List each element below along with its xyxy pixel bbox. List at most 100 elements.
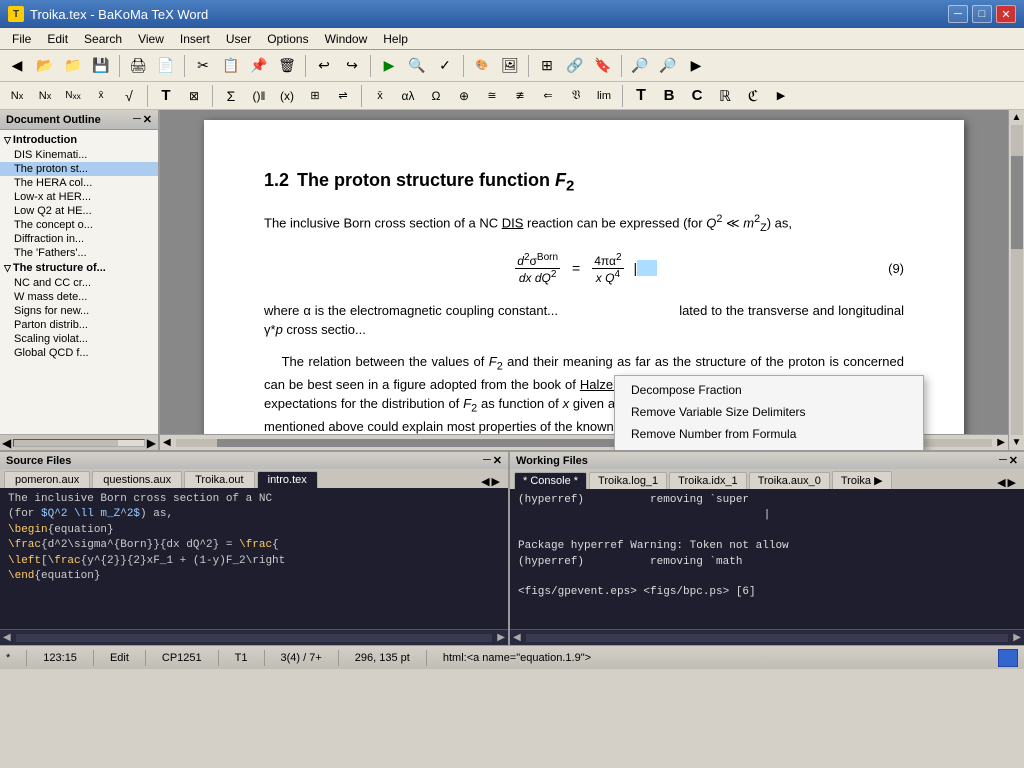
outline-introduction[interactable]: ▽ Introduction xyxy=(0,132,158,148)
calC-btn[interactable]: ℭ xyxy=(740,83,766,109)
scroll-left[interactable]: ◀ xyxy=(2,436,11,450)
outline-fathers[interactable]: The 'Fathers'... xyxy=(0,246,158,260)
scroll-thumb[interactable] xyxy=(1011,156,1023,249)
outline-lowx[interactable]: Low-x at HER... xyxy=(0,190,158,204)
table-btn[interactable]: ⊞ xyxy=(534,53,560,79)
open-button[interactable]: 📂 xyxy=(32,53,58,79)
tab-troika-more[interactable]: Troika ▶ xyxy=(832,471,892,489)
outline-close[interactable]: ✕ xyxy=(143,113,152,126)
arrows-btn[interactable]: ⇌ xyxy=(330,83,356,109)
image-btn[interactable]: 🖼 xyxy=(497,53,523,79)
boldB-btn[interactable]: B xyxy=(656,83,682,109)
hscroll-left[interactable]: ◀ xyxy=(160,437,174,448)
status-icon[interactable] xyxy=(998,649,1018,667)
src-hscroll-left[interactable]: ◀ xyxy=(0,632,14,643)
outline-nc-cc[interactable]: NC and CC cr... xyxy=(0,276,158,290)
approx-btn[interactable]: ≅ xyxy=(479,83,505,109)
search-btn[interactable]: 🔍 xyxy=(404,53,430,79)
outline-structure-section[interactable]: ▽ The structure of... xyxy=(0,260,158,276)
outline-signs[interactable]: Signs for new... xyxy=(0,304,158,318)
outline-w-mass[interactable]: W mass dete... xyxy=(0,290,158,304)
ctx-delete-formula[interactable]: Delete Display Math Formula xyxy=(615,445,923,450)
outline-parton[interactable]: Parton distrib... xyxy=(0,318,158,332)
redo-button[interactable]: ↪ xyxy=(339,53,365,79)
spell-btn[interactable]: ✓ xyxy=(432,53,458,79)
oplus-btn[interactable]: ⊕ xyxy=(451,83,477,109)
maximize-button[interactable]: □ xyxy=(972,5,992,23)
paste-button[interactable]: 📌 xyxy=(246,53,272,79)
outline-minus[interactable]: ─ xyxy=(133,113,141,126)
close-button[interactable]: ✕ xyxy=(996,5,1016,23)
doc-vscrollbar[interactable]: ▲ ▼ xyxy=(1008,110,1024,450)
noeq-btn[interactable]: ≇ xyxy=(507,83,533,109)
scroll-track[interactable] xyxy=(1011,125,1023,435)
undo-button[interactable]: ↩ xyxy=(311,53,337,79)
matrix-btn[interactable]: ⊞ xyxy=(302,83,328,109)
tab-pomeron[interactable]: pomeron.aux xyxy=(4,471,90,488)
back-button[interactable]: ◀ xyxy=(4,53,30,79)
outline-diffraction[interactable]: Diffraction in... xyxy=(0,232,158,246)
sub-btn[interactable]: Nx xyxy=(32,83,58,109)
outline-global[interactable]: Global QCD f... xyxy=(0,346,158,360)
outline-scaling[interactable]: Scaling violat... xyxy=(0,332,158,346)
work-prev[interactable]: ◀ xyxy=(997,476,1005,489)
src-hscroll-track[interactable] xyxy=(16,634,493,642)
color-btn[interactable]: 🎨 xyxy=(469,53,495,79)
scroll-right[interactable]: ▶ xyxy=(147,436,156,450)
structure-collapse[interactable]: ▽ xyxy=(4,263,11,274)
super-btn[interactable]: Nx xyxy=(4,83,30,109)
source-minimize[interactable]: ─ xyxy=(483,454,491,467)
zoom-out-btn[interactable]: 🔎 xyxy=(655,53,681,79)
bracket-btn[interactable]: ()‖ xyxy=(246,83,272,109)
frac-simple-btn[interactable]: x̄ xyxy=(88,83,114,109)
bigT-btn[interactable]: T xyxy=(628,83,654,109)
collapse-icon[interactable]: ▽ xyxy=(4,135,11,146)
xbar-btn[interactable]: x̄ xyxy=(367,83,393,109)
menu-help[interactable]: Help xyxy=(375,30,416,48)
work-hscroll-track[interactable] xyxy=(526,634,1009,642)
open2-button[interactable]: 📁 xyxy=(60,53,86,79)
outline-scrollbar[interactable]: ◀ ▶ xyxy=(0,434,158,450)
work-hscroll-left[interactable]: ◀ xyxy=(510,632,524,643)
menu-user[interactable]: User xyxy=(218,30,259,48)
alpha-btn[interactable]: αλ xyxy=(395,83,421,109)
compile-button[interactable]: ▶ xyxy=(376,53,402,79)
outline-hera[interactable]: The HERA col... xyxy=(0,176,158,190)
src-next[interactable]: ▶ xyxy=(492,475,500,488)
tab-questions[interactable]: questions.aux xyxy=(92,471,182,488)
work-next[interactable]: ▶ xyxy=(1008,476,1016,489)
tab-aux0[interactable]: Troika.aux_0 xyxy=(749,472,830,489)
outline-dis[interactable]: DIS Kinemati... xyxy=(0,148,158,162)
ctx-remove-num[interactable]: Remove Number from Formula xyxy=(615,423,923,445)
outline-concept[interactable]: The concept o... xyxy=(0,218,158,232)
menu-search[interactable]: Search xyxy=(76,30,130,48)
working-content[interactable]: (hyperref) removing `super | Package hyp… xyxy=(510,489,1024,629)
tab-console[interactable]: * Console * xyxy=(514,472,587,489)
gothic-btn[interactable]: 𝔙 xyxy=(563,83,589,109)
tab-idx1[interactable]: Troika.idx_1 xyxy=(669,472,747,489)
more-btn[interactable]: ▶ xyxy=(683,53,709,79)
outline-lowq2[interactable]: Low Q2 at HE... xyxy=(0,204,158,218)
sqrt-btn[interactable]: √ xyxy=(116,83,142,109)
minimize-button[interactable]: ─ xyxy=(948,5,968,23)
menu-insert[interactable]: Insert xyxy=(172,30,218,48)
working-minimize[interactable]: ─ xyxy=(999,454,1007,467)
dis-link[interactable]: DIS xyxy=(502,215,524,230)
src-prev[interactable]: ◀ xyxy=(481,475,489,488)
menu-edit[interactable]: Edit xyxy=(39,30,76,48)
doc-scroll[interactable]: 1.2 The proton structure function F2 The… xyxy=(160,110,1008,450)
scroll-up[interactable]: ▲ xyxy=(1012,112,1022,123)
source-content[interactable]: The inclusive Born cross section of a NC… xyxy=(0,488,508,629)
link-btn[interactable]: 🔗 xyxy=(562,53,588,79)
print2-button[interactable]: 📄 xyxy=(153,53,179,79)
menu-window[interactable]: Window xyxy=(317,30,376,48)
working-hscrollbar[interactable]: ◀ ▶ xyxy=(510,629,1024,645)
bookmark-btn[interactable]: 🔖 xyxy=(590,53,616,79)
src-hscroll-right[interactable]: ▶ xyxy=(494,632,508,643)
arrow2-btn[interactable]: ⇐ xyxy=(535,83,561,109)
hscroll-right[interactable]: ▶ xyxy=(994,437,1008,448)
copy-button[interactable]: 📋 xyxy=(218,53,244,79)
zoom-in-btn[interactable]: 🔎 xyxy=(627,53,653,79)
cut-button[interactable]: ✂ xyxy=(190,53,216,79)
box-btn[interactable]: ⊠ xyxy=(181,83,207,109)
